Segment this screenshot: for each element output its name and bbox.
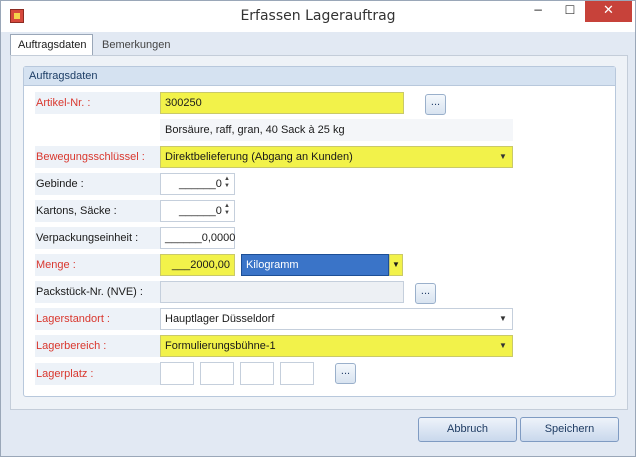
spin-arrows-icon[interactable]: ▲ ▼: [223, 203, 231, 219]
menge-label-text: Menge :: [36, 259, 76, 271]
bewegung-select[interactable]: Direktbelieferung (Abgang an Kunden) ▼: [160, 146, 513, 168]
spin-up-icon[interactable]: ▲: [224, 203, 230, 209]
lagerstandort-label-text: Lagerstandort :: [36, 313, 110, 325]
chevron-down-icon[interactable]: ▼: [496, 147, 510, 167]
kartons-value: ______0: [179, 205, 222, 217]
verpackung-label-text: Verpackungseinheit :: [36, 232, 139, 244]
bewegung-label: Bewegungsschlüssel :: [35, 146, 169, 168]
spin-down-icon[interactable]: ▼: [224, 183, 230, 189]
cancel-button[interactable]: Abbruch: [418, 417, 517, 442]
lagerbereich-select[interactable]: Formulierungsbühne-1 ▼: [160, 335, 513, 357]
chevron-down-icon[interactable]: ▼: [496, 336, 510, 356]
packstueck-lookup-button[interactable]: ...: [415, 283, 436, 304]
tab-bemerkungen[interactable]: Bemerkungen: [95, 35, 183, 56]
gebinde-label-text: Gebinde :: [36, 178, 84, 190]
packstueck-label-text: Packstück-Nr. (NVE) :: [36, 286, 143, 298]
spin-up-icon[interactable]: ▲: [224, 176, 230, 182]
kartons-stepper[interactable]: ______0 ▲ ▼: [160, 200, 235, 222]
chevron-down-icon[interactable]: ▼: [496, 309, 510, 329]
close-button[interactable]: ✕: [585, 1, 632, 22]
group-title: Auftragsdaten: [24, 67, 615, 86]
dialog-window: Erfassen Lagerauftrag − ☐ ✕ Auftragsdate…: [0, 0, 636, 457]
gebinde-stepper[interactable]: ______0 ▲ ▼: [160, 173, 235, 195]
lagerplatz-label: Lagerplatz :: [35, 363, 169, 385]
lagerstandort-select-value: Hauptlager Düsseldorf: [165, 313, 275, 325]
gebinde-label: Gebinde :: [35, 173, 169, 195]
verpackung-input[interactable]: ______0,0000: [160, 227, 235, 249]
gebinde-value: ______0: [179, 178, 222, 190]
bewegung-select-value: Direktbelieferung (Abgang an Kunden): [165, 151, 353, 163]
artikel-label-text: Artikel-Nr. :: [36, 97, 91, 109]
save-button[interactable]: Speichern: [520, 417, 619, 442]
packstueck-label: Packstück-Nr. (NVE) :: [35, 281, 169, 303]
lagerbereich-select-value: Formulierungsbühne-1: [165, 340, 276, 352]
tab-page: Auftragsdaten Artikel-Nr. : 300250 ... B…: [10, 55, 628, 410]
artikel-lookup-button[interactable]: ...: [425, 94, 446, 115]
spin-down-icon[interactable]: ▼: [224, 210, 230, 216]
menge-input[interactable]: ___2000,00: [160, 254, 235, 276]
artikel-description: Borsäure, raff, gran, 40 Sack à 25 kg: [160, 119, 513, 141]
lagerplatz-field-1[interactable]: [160, 362, 194, 385]
menge-label: Menge :: [35, 254, 169, 276]
lagerstandort-select[interactable]: Hauptlager Düsseldorf ▼: [160, 308, 513, 330]
lagerplatz-field-3[interactable]: [240, 362, 274, 385]
spin-arrows-icon[interactable]: ▲ ▼: [223, 176, 231, 192]
verpackung-label: Verpackungseinheit :: [35, 227, 169, 249]
menge-unit-select[interactable]: Kilogramm: [241, 254, 389, 276]
lagerbereich-label: Lagerbereich :: [35, 335, 169, 357]
chevron-down-icon[interactable]: ▼: [389, 254, 403, 276]
tab-auftragsdaten[interactable]: Auftragsdaten: [10, 34, 93, 55]
lagerplatz-lookup-button[interactable]: ...: [335, 363, 356, 384]
auftragsdaten-group: Auftragsdaten Artikel-Nr. : 300250 ... B…: [23, 66, 616, 397]
lagerstandort-label: Lagerstandort :: [35, 308, 169, 330]
lagerplatz-label-text: Lagerplatz :: [36, 368, 94, 380]
title-bar: Erfassen Lagerauftrag − ☐ ✕: [1, 1, 635, 32]
minimize-button[interactable]: −: [524, 1, 552, 22]
lagerplatz-field-2[interactable]: [200, 362, 234, 385]
bewegung-label-text: Bewegungsschlüssel :: [36, 151, 145, 163]
maximize-button[interactable]: ☐: [556, 1, 584, 22]
artikel-label: Artikel-Nr. :: [35, 92, 169, 114]
kartons-label-text: Kartons, Säcke :: [36, 205, 117, 217]
packstueck-input[interactable]: [160, 281, 404, 303]
lagerplatz-field-4[interactable]: [280, 362, 314, 385]
artikel-input[interactable]: 300250: [160, 92, 404, 114]
kartons-label: Kartons, Säcke :: [35, 200, 169, 222]
lagerbereich-label-text: Lagerbereich :: [36, 340, 107, 352]
